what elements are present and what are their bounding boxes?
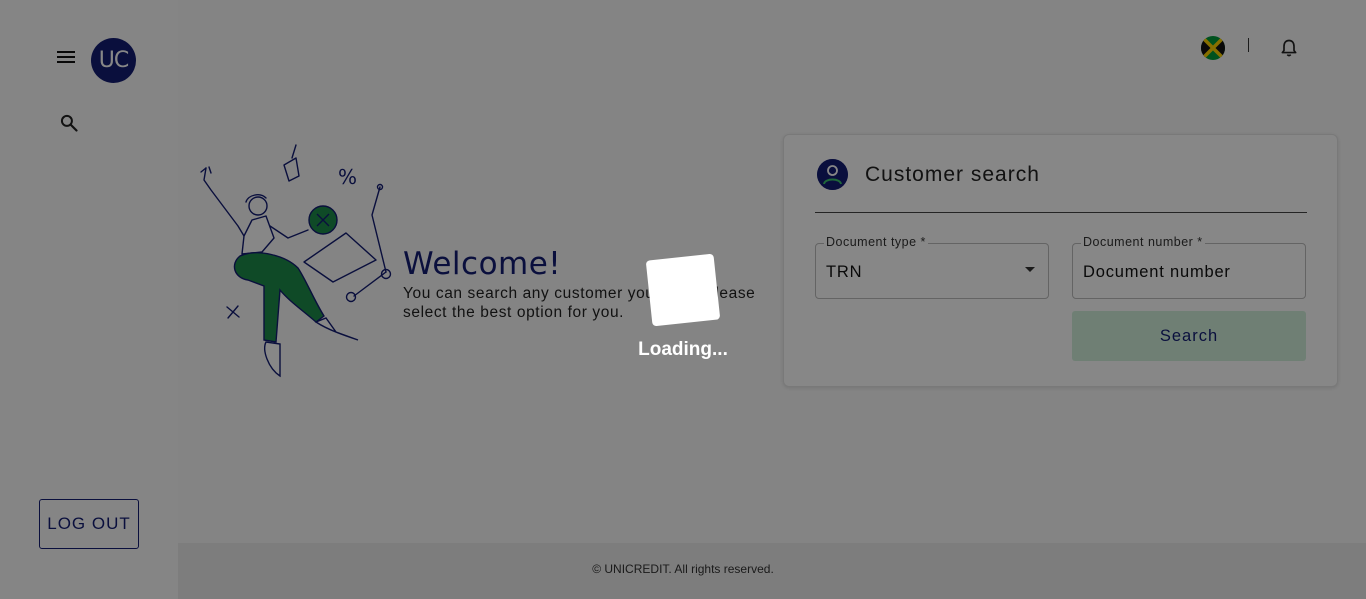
loading-spinner — [645, 253, 721, 327]
loading-text: Loading... — [638, 339, 728, 360]
